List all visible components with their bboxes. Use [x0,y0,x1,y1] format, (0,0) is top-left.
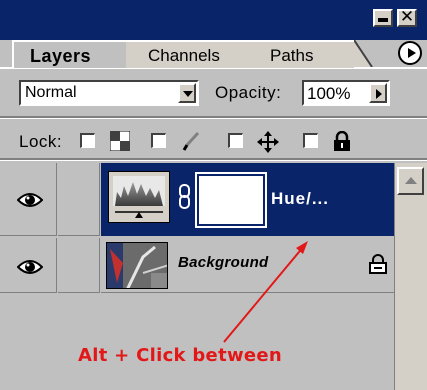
annotation-text: Alt + Click between [78,345,283,366]
tab-label: Channels [148,46,220,65]
tab-channels[interactable]: Channels [120,40,250,68]
tab-label: Paths [270,46,314,65]
tab-layers[interactable]: Layers [12,40,126,68]
tab-paths[interactable]: Paths [240,40,354,68]
tab-label: Layers [30,46,92,66]
layers-palette: ✕ Layers Channels Paths Normal Opacity: … [0,0,427,390]
